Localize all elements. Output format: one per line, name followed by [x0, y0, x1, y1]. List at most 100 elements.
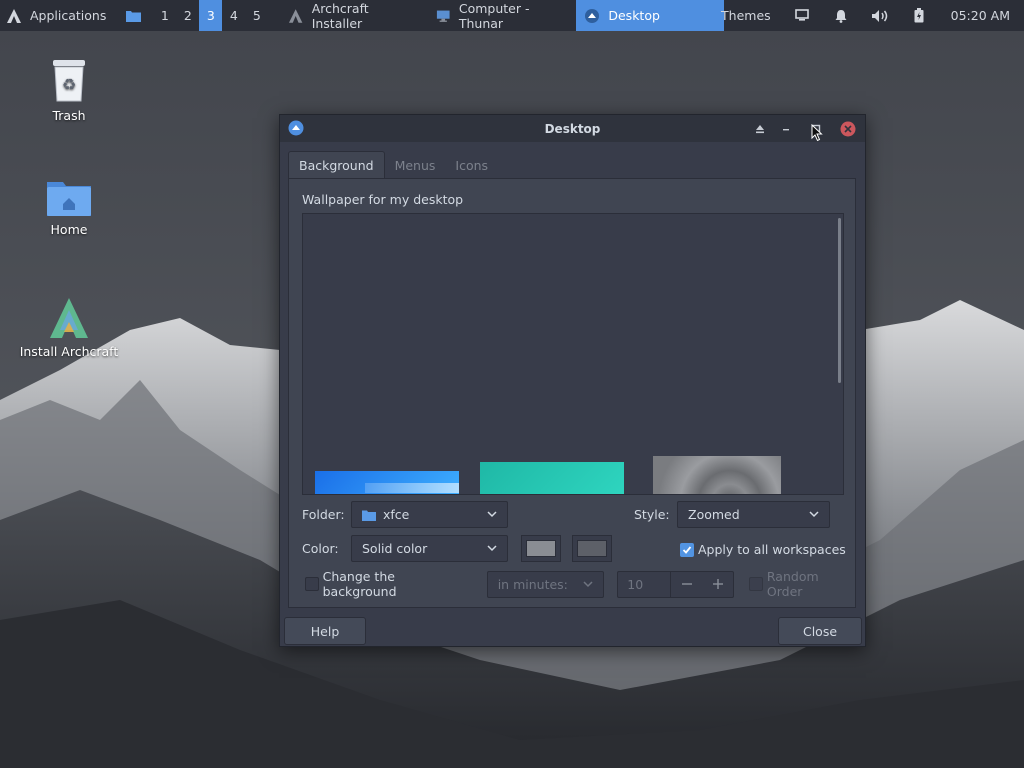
applications-label: Applications	[30, 8, 107, 23]
tab-menus[interactable]: Menus	[385, 151, 446, 179]
display-tray[interactable]	[783, 0, 822, 31]
desktop-icon-install-archcraft[interactable]: Install Archcraft	[14, 296, 124, 359]
top-panel: Applications 1 2 3 4 5 Archcraft Install…	[0, 0, 1024, 31]
color-mode-value: Solid color	[362, 541, 428, 556]
minus-icon	[681, 582, 692, 585]
decrement-button[interactable]	[670, 571, 701, 597]
close-window-button[interactable]	[839, 120, 857, 138]
chevron-down-icon	[583, 580, 593, 587]
workspace-5[interactable]: 5	[245, 0, 268, 31]
random-order-checkbox[interactable]	[749, 577, 763, 591]
desktop-icon-label: Install Archcraft	[19, 344, 119, 359]
themes-button[interactable]: Themes	[709, 0, 783, 31]
window-titlebar[interactable]: Desktop	[280, 115, 865, 142]
desktop-icon-label: Trash	[52, 108, 86, 123]
apply-all-row[interactable]: Apply to all workspaces	[680, 542, 846, 557]
task-computer-thunar[interactable]: Computer - Thunar	[428, 0, 576, 31]
interval-spinner[interactable]: 10	[617, 570, 735, 598]
random-order-label: Random Order	[766, 569, 819, 599]
secondary-color-button[interactable]	[572, 535, 612, 562]
desktop-settings-icon	[585, 8, 600, 23]
interval-unit-select[interactable]: in minutes:	[486, 570, 605, 598]
change-background-label: Change the background	[322, 569, 397, 599]
archcraft-icon	[7, 8, 21, 23]
desktop-icon-trash[interactable]: ♻ Trash	[14, 58, 124, 123]
workspace-4[interactable]: 4	[222, 0, 245, 31]
wallpaper-list[interactable]	[302, 213, 844, 495]
interval-unit-value: in minutes:	[497, 576, 568, 592]
chevron-down-icon	[487, 545, 497, 552]
close-button[interactable]: Close	[778, 617, 862, 645]
speaker-icon	[872, 9, 888, 22]
folder-icon	[126, 11, 142, 22]
folder-row: Folder: xfce	[302, 501, 508, 528]
workspace-1[interactable]: 1	[153, 0, 176, 31]
mouse-cursor-icon	[811, 124, 823, 142]
tab-bar: Background Menus Icons	[288, 151, 498, 179]
task-archcraft-installer[interactable]: Archcraft Installer	[280, 0, 428, 31]
color-mode-select[interactable]: Solid color	[351, 535, 508, 562]
color-row: Color: Solid color	[302, 535, 612, 562]
help-button[interactable]: Help	[284, 617, 366, 645]
home-folder-icon	[47, 182, 91, 216]
folder-value: xfce	[383, 507, 410, 522]
wallpaper-thumbnail[interactable]	[315, 471, 459, 494]
style-select[interactable]: Zoomed	[677, 501, 830, 528]
desktop-icon-label: Home	[50, 222, 88, 237]
change-background-row: Change the background in minutes: 10 Ran…	[302, 569, 855, 599]
clock[interactable]: 05:20 AM	[939, 0, 1024, 31]
shade-button[interactable]	[751, 120, 769, 138]
apply-all-checkbox[interactable]	[680, 542, 694, 557]
tab-background[interactable]: Background	[288, 151, 385, 179]
chevron-down-icon	[487, 511, 497, 518]
style-label: Style:	[634, 507, 670, 522]
interval-value: 10	[627, 576, 644, 592]
minimize-icon	[783, 129, 789, 131]
applications-menu[interactable]: Applications	[0, 0, 114, 31]
trash-icon: ♻	[53, 60, 85, 102]
style-value: Zoomed	[688, 507, 740, 522]
task-label: Desktop	[608, 8, 660, 23]
task-label: Computer - Thunar	[458, 0, 530, 31]
archcraft-icon	[289, 8, 303, 23]
bell-icon	[835, 9, 847, 23]
notifications-tray[interactable]	[822, 0, 861, 31]
file-manager-launcher[interactable]	[114, 0, 153, 31]
workspace-3[interactable]: 3	[199, 0, 223, 31]
color-swatch	[577, 540, 607, 557]
wallpaper-thumbnail[interactable]	[480, 462, 624, 494]
screen-icon	[795, 9, 809, 21]
task-label: Archcraft Installer	[311, 0, 369, 31]
increment-button[interactable]	[702, 572, 733, 597]
folder-label: Folder:	[302, 507, 345, 522]
volume-tray[interactable]	[861, 0, 900, 31]
task-desktop[interactable]: Desktop	[576, 0, 725, 31]
desktop-icon-home[interactable]: Home	[14, 178, 124, 237]
primary-color-button[interactable]	[521, 535, 561, 562]
folder-select[interactable]: xfce	[351, 501, 508, 528]
wallpaper-thumbnail[interactable]	[653, 456, 781, 494]
background-tab-panel: Wallpaper for my desktop Folder: xfce St…	[288, 178, 856, 608]
color-swatch	[526, 540, 556, 557]
scrollbar[interactable]	[838, 218, 841, 383]
style-row: Style: Zoomed	[634, 501, 830, 528]
tab-icons[interactable]: Icons	[445, 151, 498, 179]
change-background-checkbox[interactable]	[305, 577, 319, 591]
battery-icon	[914, 8, 924, 23]
close-icon	[840, 121, 856, 137]
minimize-button[interactable]	[777, 120, 795, 138]
checkmark-icon	[682, 545, 692, 554]
eject-icon	[756, 125, 764, 134]
workspace-2[interactable]: 2	[176, 0, 199, 31]
color-label: Color:	[302, 541, 339, 556]
archcraft-logo-icon	[50, 298, 88, 338]
folder-icon	[362, 510, 376, 521]
plus-icon	[712, 578, 723, 589]
desktop-settings-window: Desktop Background Menus Icons Wallpaper…	[279, 114, 866, 647]
wallpaper-section-label: Wallpaper for my desktop	[302, 192, 464, 207]
battery-tray[interactable]	[900, 0, 939, 31]
apply-all-label: Apply to all workspaces	[698, 542, 846, 557]
monitor-icon	[437, 10, 450, 22]
svg-text:♻: ♻	[62, 75, 76, 94]
chevron-down-icon	[809, 511, 819, 518]
